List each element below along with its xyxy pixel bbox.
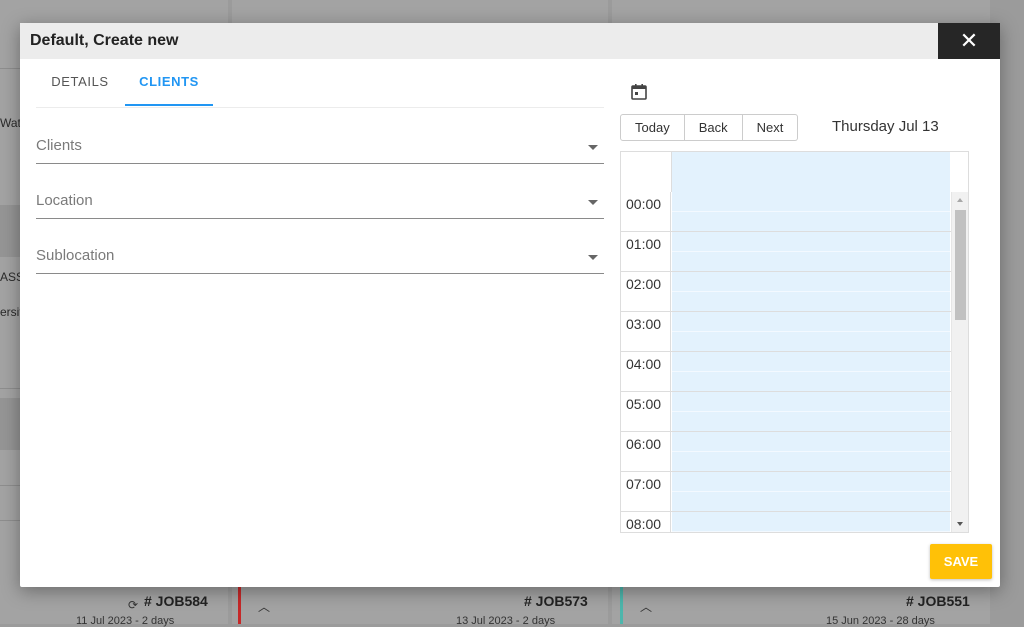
half-hour-line (672, 451, 950, 452)
background-divider (0, 388, 20, 389)
half-hour-line (672, 411, 950, 412)
save-button[interactable]: SAVE (930, 544, 992, 579)
time-slot-cell[interactable] (672, 432, 950, 471)
tab-active-indicator (125, 104, 213, 106)
time-label: 00:00 (621, 192, 671, 231)
time-slot-row[interactable]: 03:00 (621, 312, 968, 352)
chevron-up-icon[interactable]: ︿ (640, 598, 652, 615)
time-slot-cell[interactable] (672, 312, 950, 351)
time-label: 05:00 (621, 392, 671, 431)
calendar-header (620, 151, 969, 193)
time-slot-cell[interactable] (672, 232, 950, 271)
half-hour-line (672, 211, 950, 212)
time-slot-row[interactable]: 01:00 (621, 232, 968, 272)
half-hour-line (672, 291, 950, 292)
clients-select[interactable]: Clients (36, 131, 604, 164)
time-slot-cell[interactable] (672, 472, 950, 511)
today-button[interactable]: Today (620, 114, 685, 141)
status-bar (620, 585, 623, 624)
create-dialog: Default, Create new ✕ DETAILS CLIENTS Cl… (20, 23, 1000, 587)
location-select[interactable]: Location (36, 186, 604, 219)
time-label: 04:00 (621, 352, 671, 391)
tab-clients[interactable]: CLIENTS (125, 59, 213, 105)
background-divider (0, 68, 20, 69)
job-date: 13 Jul 2023 - 2 days (456, 615, 556, 627)
sublocation-select[interactable]: Sublocation (36, 241, 604, 274)
time-gutter-header (621, 152, 672, 192)
time-slot-row[interactable]: 05:00 (621, 392, 968, 432)
background-text: Wat (0, 116, 21, 130)
sync-icon: ⟳ (128, 598, 139, 612)
close-icon: ✕ (959, 28, 979, 53)
tab-bar: DETAILS CLIENTS (36, 59, 604, 108)
status-bar (238, 585, 241, 624)
half-hour-line (672, 491, 950, 492)
chevron-up-icon[interactable]: ︿ (258, 598, 270, 615)
time-label: 01:00 (621, 232, 671, 271)
background-block (0, 398, 22, 450)
tab-details[interactable]: DETAILS (36, 59, 124, 105)
dialog-header: Default, Create new ✕ (20, 23, 1000, 59)
job-number[interactable]: # JOB584 (144, 593, 208, 609)
time-label: 03:00 (621, 312, 671, 351)
time-slot-row[interactable]: 06:00 (621, 432, 968, 472)
sublocation-select-label: Sublocation (36, 247, 115, 264)
close-button[interactable]: ✕ (938, 23, 1000, 59)
scroll-up-arrow-icon[interactable] (957, 198, 963, 202)
background-divider (0, 485, 20, 486)
dropdown-arrow-icon (588, 255, 598, 260)
calendar-toolbar: Today Back Next (620, 114, 799, 141)
job-date: 15 Jun 2023 - 28 days (826, 615, 935, 627)
half-hour-line (672, 371, 950, 372)
time-label: 02:00 (621, 272, 671, 311)
back-button[interactable]: Back (684, 114, 743, 141)
day-header[interactable] (672, 152, 950, 192)
scroll-down-arrow-icon[interactable] (957, 522, 963, 526)
calendar-icon[interactable] (630, 83, 648, 101)
job-number[interactable]: # JOB551 (906, 593, 970, 609)
time-slot-row[interactable]: 04:00 (621, 352, 968, 392)
time-label: 07:00 (621, 472, 671, 511)
calendar-date-label: Thursday Jul 13 (832, 118, 939, 135)
job-date: 11 Jul 2023 - 2 days (76, 615, 175, 627)
background-divider (0, 520, 20, 521)
next-button[interactable]: Next (742, 114, 799, 141)
time-slot-row[interactable]: 08:00 (621, 512, 968, 532)
half-hour-line (672, 531, 950, 532)
dropdown-arrow-icon (588, 145, 598, 150)
time-slot-row[interactable]: 00:00 (621, 192, 968, 232)
time-slot-cell[interactable] (672, 272, 950, 311)
time-slot-cell[interactable] (672, 192, 950, 231)
dialog-title: Default, Create new (30, 32, 179, 49)
half-hour-line (672, 331, 950, 332)
half-hour-line (672, 251, 950, 252)
time-slot-cell[interactable] (672, 392, 950, 431)
time-label: 06:00 (621, 432, 671, 471)
location-select-label: Location (36, 192, 93, 209)
clients-select-label: Clients (36, 137, 82, 154)
time-slot-row[interactable]: 02:00 (621, 272, 968, 312)
background-block (0, 205, 22, 257)
time-slot-cell[interactable] (672, 352, 950, 391)
calendar-time-grid[interactable]: 00:00 01:00 02:00 03:00 04:00 05:00 06:00 07:00… (620, 192, 969, 533)
time-slot-cell[interactable] (672, 512, 950, 532)
scroll-thumb[interactable] (955, 210, 966, 320)
job-number[interactable]: # JOB573 (524, 593, 588, 609)
time-label: 08:00 (621, 512, 671, 532)
dropdown-arrow-icon (588, 200, 598, 205)
time-slot-row[interactable]: 07:00 (621, 472, 968, 512)
calendar-scrollbar[interactable] (951, 192, 968, 532)
